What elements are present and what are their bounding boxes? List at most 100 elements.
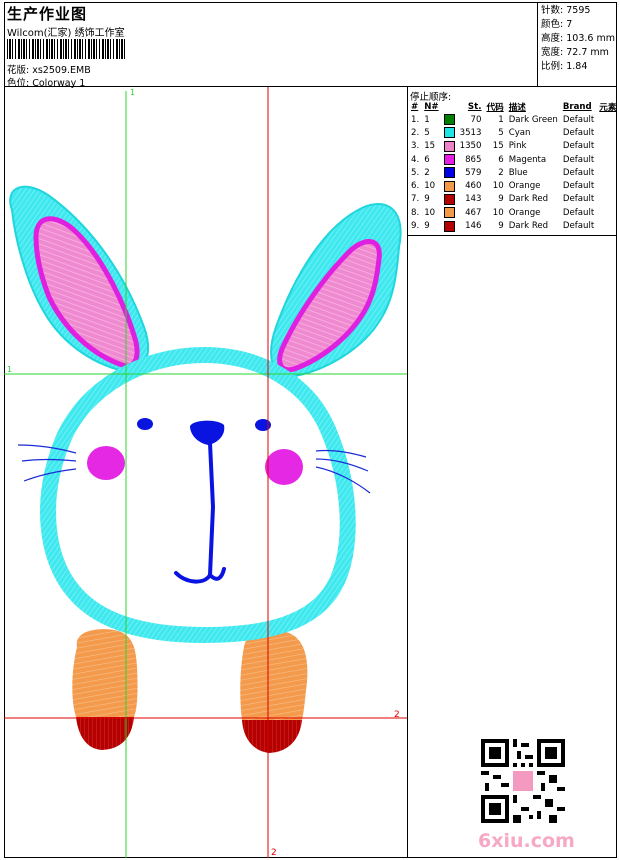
swatch-cell (442, 140, 458, 153)
brand-cell: Default (562, 181, 595, 192)
table-header-row: # N# St. 代码 描述 Brand 元素 (409, 100, 619, 113)
stitch-count-cell: 143 (465, 194, 482, 205)
index-cell: 6. (411, 181, 420, 192)
needle-cell: 9 (424, 221, 430, 232)
needle-cell: 5 (424, 127, 430, 138)
description-cell: Pink (508, 141, 527, 152)
col-code: 代码 (486, 102, 504, 113)
col-swatch (442, 100, 458, 113)
needle-cell: 6 (424, 154, 430, 165)
element-cell (597, 153, 619, 166)
color-swatch (443, 207, 455, 219)
stitch-count-cell: 865 (465, 154, 482, 165)
right-cheek (265, 449, 303, 485)
color-swatch (443, 127, 455, 139)
color-swatch (443, 114, 455, 126)
color-swatch (443, 154, 455, 166)
table-row: 6. 10 460 10 Orange Default (409, 179, 619, 192)
index-cell: 1. (411, 114, 420, 125)
swatch-cell (442, 193, 458, 206)
swatch-cell (442, 206, 458, 219)
brand-cell: Default (562, 127, 595, 138)
swatch-cell (442, 113, 458, 126)
right-foot (240, 630, 308, 753)
table-row: 4. 6 865 6 Magenta Default (409, 153, 619, 166)
element-cell (597, 206, 619, 219)
table-row: 3. 15 1350 15 Pink Default (409, 140, 619, 153)
table-row: 9. 9 146 9 Dark Red Default (409, 219, 619, 232)
index-cell: 8. (411, 207, 420, 218)
element-cell (597, 113, 619, 126)
table-row: 7. 9 143 9 Dark Red Default (409, 193, 619, 206)
description-cell: Blue (508, 167, 528, 178)
index-cell: 9. (411, 221, 420, 232)
col-stitches: St. (467, 101, 482, 112)
needle-cell: 10 (424, 181, 436, 192)
stitch-count-cell: 70 (470, 114, 482, 125)
code-cell: 10 (492, 207, 504, 218)
swatch-cell (442, 179, 458, 192)
left-ear (9, 185, 149, 374)
spec-width: 宽度: 72.7 mm (541, 47, 609, 58)
color-swatch (443, 193, 455, 205)
index-cell: 4. (411, 154, 420, 165)
element-cell (597, 126, 619, 139)
description-cell: Dark Red (508, 194, 549, 205)
needle-cell: 2 (424, 167, 430, 178)
qr-code (481, 739, 565, 823)
guide-label-h2: 2 (394, 710, 400, 720)
code-cell: 15 (492, 141, 504, 152)
element-cell (597, 219, 619, 232)
col-description: 描述 (508, 102, 526, 113)
color-swatch (443, 140, 455, 152)
brand-cell: Default (562, 114, 595, 125)
swatch-cell (442, 126, 458, 139)
color-swatch (443, 180, 455, 192)
element-cell (597, 140, 619, 153)
description-cell: Dark Green (508, 114, 558, 125)
stitch-count-cell: 467 (465, 207, 482, 218)
index-cell: 5. (411, 167, 420, 178)
col-index: # (411, 101, 419, 112)
barcode (7, 39, 127, 59)
needle-cell: 9 (424, 194, 430, 205)
stitch-count-cell: 146 (465, 221, 482, 232)
table-row: 8. 10 467 10 Orange Default (409, 206, 619, 219)
spec-list: 针数: 7595 颜色: 7 高度: 103.6 mm 宽度: 72.7 mm … (541, 4, 615, 74)
color-swatch (443, 167, 455, 179)
color-sequence-table: # N# St. 代码 描述 Brand 元素 1. 1 70 1 Dark Green… (409, 100, 619, 233)
right-ear (270, 202, 402, 379)
description-cell: Orange (508, 207, 541, 218)
brand-cell: Default (562, 154, 595, 165)
spec-colors: 颜色: 7 (541, 19, 573, 30)
right-eye (255, 419, 271, 431)
element-cell (597, 166, 619, 179)
stitch-count-cell: 579 (465, 167, 482, 178)
brand-cell: Default (562, 167, 595, 178)
guide-label-v1: 1 (130, 88, 135, 97)
design-name-line: 花版: xs2509.EMB (7, 62, 91, 76)
company-subtitle: Wilcom(汇家) 绣饰工作室 (7, 28, 125, 39)
swatch-cell (442, 166, 458, 179)
table-row: 5. 2 579 2 Blue Default (409, 166, 619, 179)
watermark-logo: 6xiu.com (478, 830, 575, 852)
swatch-cell (442, 153, 458, 166)
brand-cell: Default (562, 207, 595, 218)
col-needle: N# (424, 101, 439, 112)
col-element: 元素 (599, 102, 617, 113)
col-brand: Brand (562, 101, 592, 112)
spec-stitches: 针数: 7595 (541, 5, 591, 16)
description-cell: Magenta (508, 154, 547, 165)
brand-cell: Default (562, 141, 595, 152)
code-cell: 1 (498, 114, 504, 125)
index-cell: 7. (411, 194, 420, 205)
embroidery-preview: 1 1 2 2 (4, 87, 407, 858)
needle-cell: 15 (424, 141, 436, 152)
description-cell: Cyan (508, 127, 531, 138)
code-cell: 10 (492, 181, 504, 192)
brand-cell: Default (562, 221, 595, 232)
left-cheek (87, 446, 125, 480)
index-cell: 3. (411, 141, 420, 152)
index-cell: 2. (411, 127, 420, 138)
left-eye (137, 418, 153, 430)
